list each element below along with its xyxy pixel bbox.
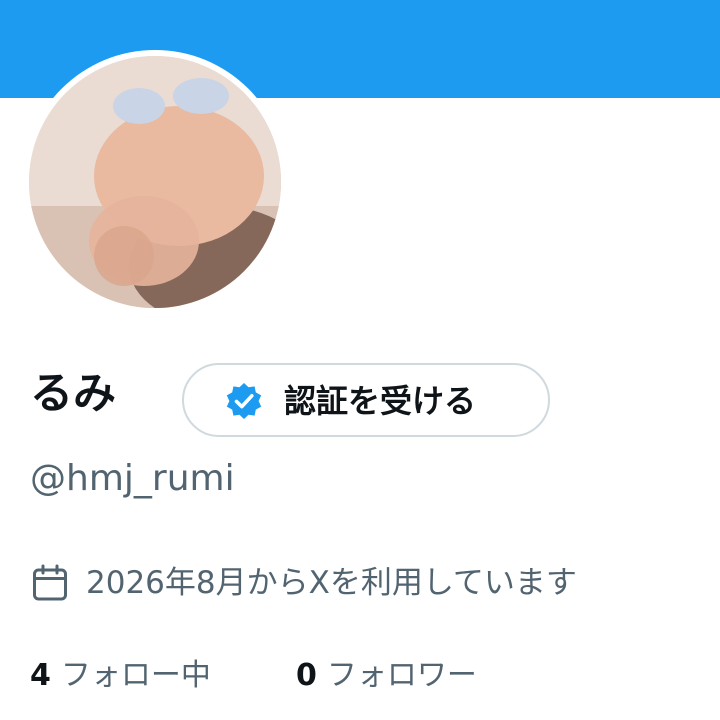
following-label: フォロー中: [60, 658, 211, 693]
get-verified-button[interactable]: 認証を受ける: [182, 363, 550, 437]
followers-link[interactable]: 0 フォロワー: [296, 652, 477, 700]
followers-count: 0: [296, 658, 317, 693]
avatar-image: [29, 56, 281, 308]
followers-label: フォロワー: [326, 658, 477, 693]
get-verified-label: 認証を受ける: [284, 382, 477, 420]
following-count: 4: [30, 658, 51, 693]
user-handle: @hmj_rumi: [30, 458, 235, 499]
joined-date-text: 2026年8月からXを利用しています: [86, 565, 577, 601]
following-link[interactable]: 4 フォロー中: [30, 652, 211, 700]
calendar-icon: [33, 564, 67, 601]
verified-badge-icon: [226, 383, 262, 419]
avatar[interactable]: [29, 56, 281, 308]
display-name: るみ: [30, 369, 116, 419]
